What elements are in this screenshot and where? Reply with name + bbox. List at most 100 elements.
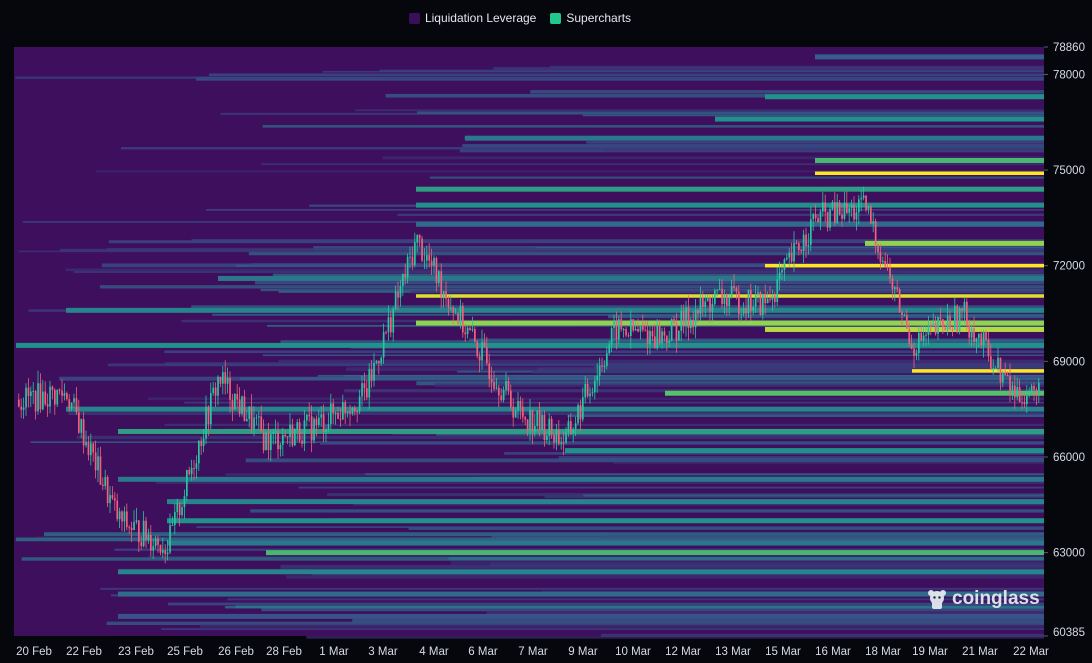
candle-body [992,368,995,370]
candle-body [402,273,404,287]
candle-body [349,411,351,414]
candle-body [872,221,875,224]
heatmap-texture-band [100,285,1044,289]
candle-body [330,403,332,425]
candle-body [884,261,887,267]
candle-body [836,202,839,223]
candle-body [310,416,313,441]
candle-body [1002,373,1004,383]
candle-body [726,294,728,307]
candle-body [742,308,745,314]
candle-body [128,527,131,529]
candle-body [231,399,234,410]
candle-body [541,414,543,430]
candle-body [104,477,107,486]
candle-body [634,328,637,331]
candle-body [90,443,92,456]
candle-body [716,289,719,291]
x-tick-label: 22 Mar [1013,646,1049,658]
candle-body [217,376,219,396]
candle-body [166,552,169,555]
candle-body [226,377,229,384]
candle-body [826,211,829,228]
candle-body [428,255,431,261]
candle-body [157,538,159,545]
candle-body [298,422,301,441]
heatmap-texture-band [278,359,1045,363]
liquidation-band [465,135,1044,141]
heatmap-texture-band [225,605,1044,609]
candle-body [982,332,985,346]
candle-body [171,524,174,526]
candle-body [457,312,459,325]
heatmap-texture-band [196,526,1044,528]
candle-body [399,286,402,298]
candle-body [1026,395,1028,405]
liquidation-band [416,221,1044,227]
x-tick-label: 19 Mar [912,646,948,658]
candle-body [440,271,443,298]
candle-body [814,214,817,219]
heatmap-texture-band [491,535,1045,539]
candle-body [150,534,152,551]
candle-body [915,353,918,356]
candle-body [210,393,212,425]
candle-body [20,406,23,410]
liquidation-heatmap-chart[interactable]: 78860 78000 75000 72000 69000 66000 63000 60385… [0,0,1092,663]
x-tick-label: 1 Mar [319,646,349,658]
candle-body [126,511,128,528]
candle-body [382,332,385,358]
candle-body [591,392,594,394]
x-tick-label: 7 Mar [518,646,548,658]
candle-body [663,331,666,336]
candle-body [116,500,119,520]
candle-body [368,369,371,398]
candle-body [824,202,827,212]
candle-body [255,417,258,419]
candle-body [342,402,344,420]
candle-body [193,468,195,470]
candle-body [980,333,983,346]
x-tick-label: 22 Feb [66,646,102,658]
candle-body [181,507,183,516]
candle-body [409,256,411,258]
candle-body [243,396,246,422]
candle-body [1009,376,1011,394]
x-tick-label: 13 Mar [715,646,751,658]
heatmap-texture-band [607,314,1044,319]
candle-body [512,406,515,418]
candle-body [618,319,620,340]
candle-body [106,477,109,504]
candle-body [32,391,35,393]
candle-body [810,219,812,245]
candle-body [766,298,769,304]
candle-body [70,402,73,409]
candle-body [776,279,779,302]
candle-body [140,541,143,547]
candle-body [704,301,707,308]
candle-body [790,252,793,262]
candle-body [514,410,517,418]
candle-body [682,310,685,327]
heatmap-texture-band [261,163,1045,166]
heatmap-texture-band [550,65,1044,68]
candle-body [270,434,272,450]
candle-body [1028,393,1031,396]
x-tick-label: 25 Feb [167,646,203,658]
candle-body [75,398,78,413]
candle-body [142,520,145,547]
candle-body [589,393,591,397]
heatmap-texture-band [164,350,1044,354]
candle-body [699,297,702,314]
candle-body [968,324,971,338]
candle-body [154,538,157,547]
candle-body [82,419,85,446]
candle-body [490,378,493,382]
candle-body [505,381,507,390]
candle-body [625,329,627,336]
candle-body [937,317,939,334]
candle-body [294,429,296,446]
candle-body [733,286,735,289]
candle-body [637,328,639,332]
candle-body [558,430,560,444]
